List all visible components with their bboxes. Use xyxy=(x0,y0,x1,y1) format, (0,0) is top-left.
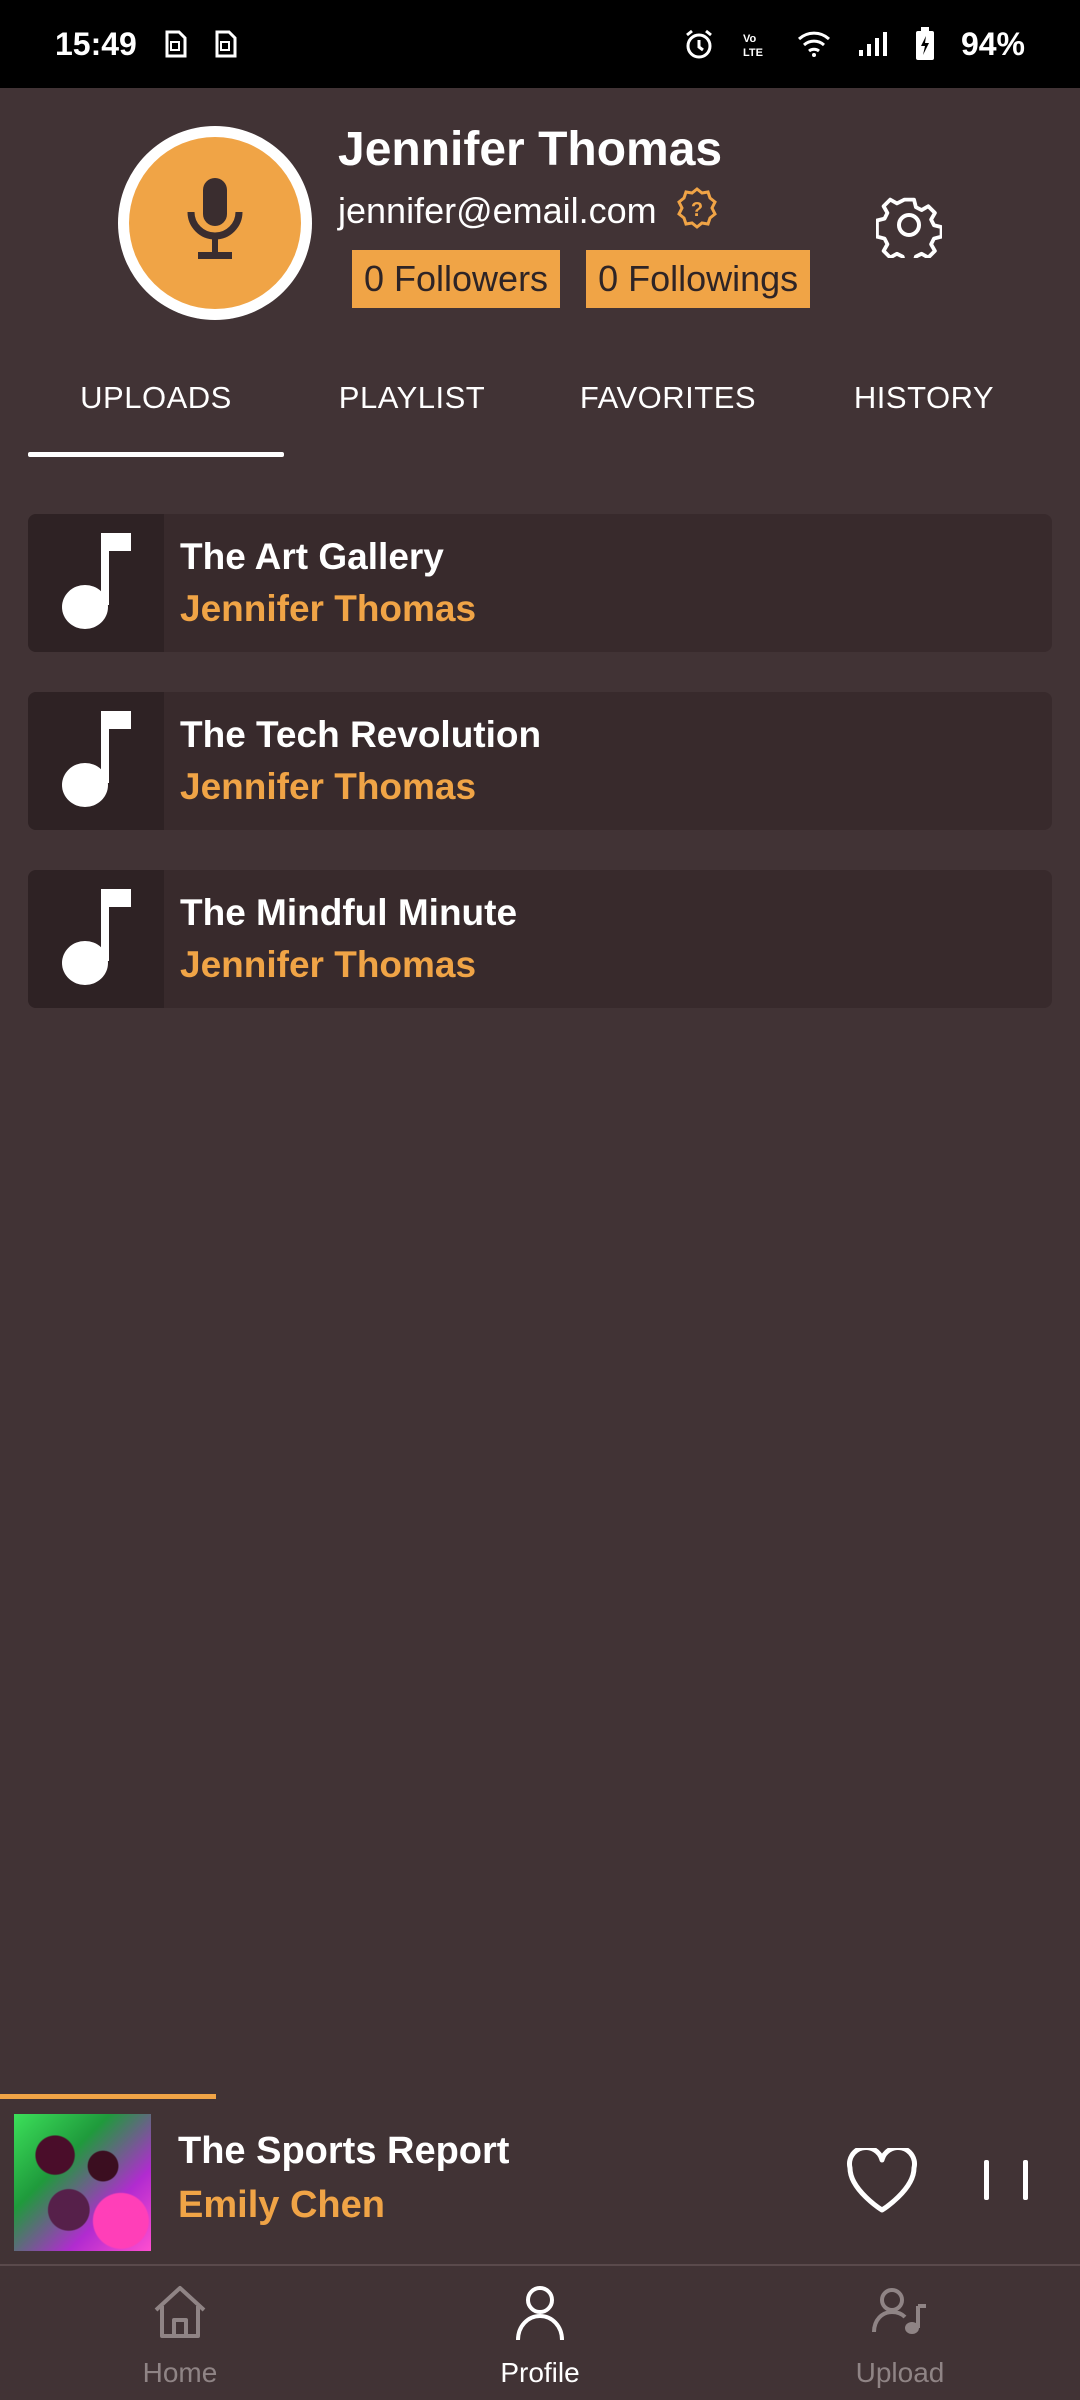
gear-icon xyxy=(875,197,944,267)
track-title: The Art Gallery xyxy=(180,536,444,577)
home-icon xyxy=(148,2280,212,2349)
battery-percent: 94% xyxy=(960,25,1025,62)
upload-user-icon xyxy=(868,2280,932,2349)
music-note-icon xyxy=(61,887,131,992)
alarm-icon xyxy=(683,28,715,60)
pause-button[interactable] xyxy=(984,2152,1028,2208)
now-playing-title: The Sports Report xyxy=(178,2130,510,2172)
tab-playlist[interactable]: PLAYLIST xyxy=(284,338,540,458)
volte-icon: Vo LTE xyxy=(741,29,771,59)
list-item[interactable]: The Art Gallery Jennifer Thomas xyxy=(28,514,1052,652)
followers-button[interactable]: 0 Followers xyxy=(352,250,561,308)
tab-uploads[interactable]: UPLOADS xyxy=(28,338,284,458)
track-artist: Jennifer Thomas xyxy=(180,766,477,807)
follow-counts: 0 Followers 0 Followings xyxy=(352,250,811,308)
track-artist: Jennifer Thomas xyxy=(180,588,477,629)
profile-email-row: jennifer@email.com ? xyxy=(338,186,719,235)
track-thumbnail xyxy=(28,870,164,1008)
bottom-nav: Home Profile Upload xyxy=(0,2266,1080,2400)
list-item[interactable]: The Mindful Minute Jennifer Thomas xyxy=(28,870,1052,1008)
heart-icon xyxy=(846,2145,918,2218)
svg-text:LTE: LTE xyxy=(743,47,763,59)
status-time: 15:49 xyxy=(55,25,137,62)
profile-tabs: UPLOADS PLAYLIST FAVORITES HISTORY xyxy=(0,338,1080,458)
profile-email: jennifer@email.com xyxy=(338,189,657,231)
help-badge-icon[interactable]: ? xyxy=(675,186,719,235)
profile-name: Jennifer Thomas xyxy=(338,123,723,176)
favorite-button[interactable] xyxy=(846,2145,918,2214)
list-item[interactable]: The Tech Revolution Jennifer Thomas xyxy=(28,692,1052,830)
tab-favorites[interactable]: FAVORITES xyxy=(540,338,796,458)
signal-icon xyxy=(857,30,889,58)
microphone-icon xyxy=(185,177,245,269)
nav-item-profile[interactable]: Profile xyxy=(360,2266,720,2400)
pause-icon-bar xyxy=(1023,2160,1028,2200)
person-icon xyxy=(508,2280,572,2349)
svg-text:Vo: Vo xyxy=(743,33,757,45)
nav-label-upload: Upload xyxy=(855,2357,945,2388)
album-art xyxy=(14,2114,151,2251)
followings-button[interactable]: 0 Followings xyxy=(586,250,811,308)
sim-icon xyxy=(163,30,187,58)
settings-button[interactable] xyxy=(875,192,944,267)
battery-icon xyxy=(915,27,935,61)
wifi-icon xyxy=(797,30,831,58)
active-tab-indicator xyxy=(28,452,284,457)
nav-label-profile: Profile xyxy=(500,2357,580,2388)
nav-item-upload[interactable]: Upload xyxy=(720,2266,1080,2400)
nav-label-home: Home xyxy=(142,2357,218,2388)
avatar[interactable] xyxy=(118,126,312,320)
svg-text:?: ? xyxy=(691,199,703,221)
status-bar: 15:49 Vo LTE 94% xyxy=(0,0,1080,88)
track-title: The Tech Revolution xyxy=(180,714,542,755)
track-title: The Mindful Minute xyxy=(180,892,518,933)
track-artist: Jennifer Thomas xyxy=(180,944,477,985)
pause-icon-bar xyxy=(984,2160,989,2200)
now-playing-artist: Emily Chen xyxy=(178,2184,385,2226)
profile-header: Jennifer Thomas jennifer@email.com ? 0 F… xyxy=(0,88,1080,338)
music-note-icon xyxy=(61,709,131,814)
sim-icon xyxy=(213,30,237,58)
track-thumbnail xyxy=(28,514,164,652)
uploads-list: The Art Gallery Jennifer Thomas The Tech… xyxy=(28,514,1052,1048)
nav-item-home[interactable]: Home xyxy=(0,2266,360,2400)
mini-player[interactable]: The Sports Report Emily Chen xyxy=(0,2100,1080,2264)
playback-progress-bar[interactable] xyxy=(0,2094,216,2099)
music-note-icon xyxy=(61,531,131,636)
tab-history[interactable]: HISTORY xyxy=(796,338,1052,458)
track-thumbnail xyxy=(28,692,164,830)
